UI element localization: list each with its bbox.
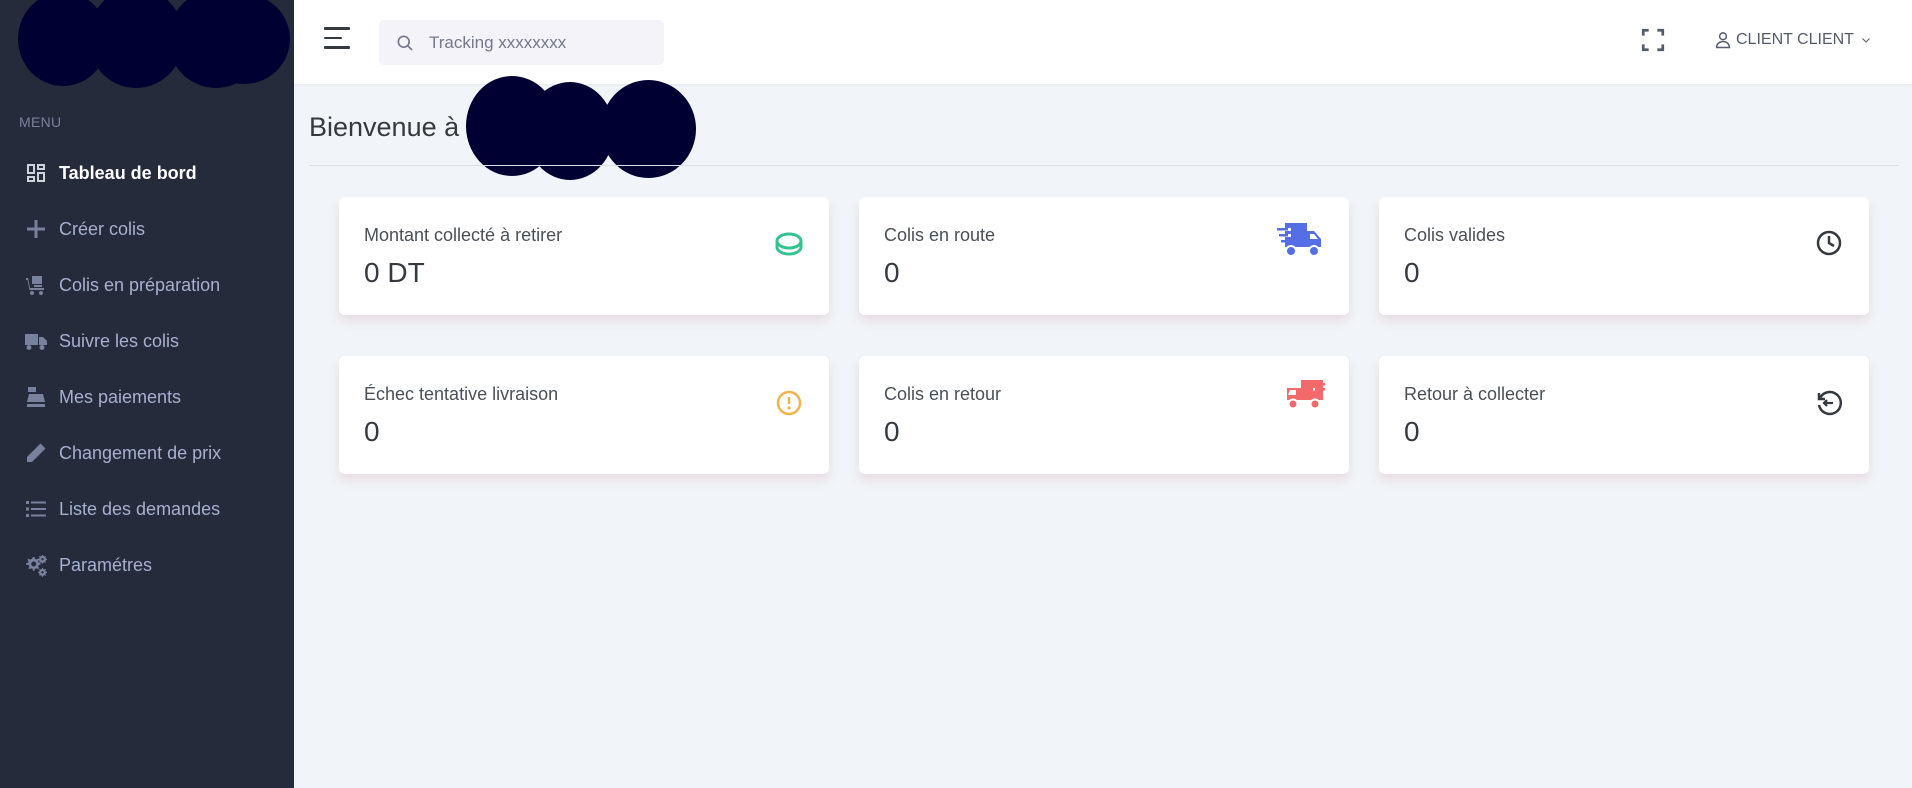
coins-icon: [775, 232, 803, 256]
sidebar: MENU Tableau de bord Créer colis Colis e…: [0, 0, 294, 788]
user-name: CLIENT CLIENT: [1736, 31, 1854, 48]
sidebar-item-tableau-de-bord[interactable]: Tableau de bord: [0, 145, 294, 201]
page-title: Bienvenue à: [309, 112, 460, 142]
stat-card-retour-a-collecter: Retour à collecter 0: [1379, 356, 1869, 474]
card-value: 0 DT: [364, 257, 425, 288]
sidebar-item-label: Paramétres: [59, 554, 153, 575]
stat-card-colis-valides: Colis valides 0: [1379, 197, 1869, 315]
stat-card-colis-en-retour: Colis en retour 0: [859, 356, 1349, 474]
card-label: Colis valides: [1404, 225, 1506, 245]
card-value: 0: [884, 416, 900, 447]
sidebar-item-suivre-les-colis[interactable]: Suivre les colis: [0, 313, 294, 369]
card-value: 0: [1404, 257, 1420, 288]
hamburger-icon: [324, 27, 350, 30]
dolly-icon: [23, 272, 49, 298]
fullscreen-icon: [1641, 28, 1665, 52]
chevron-down-icon: [1862, 38, 1870, 43]
exclamation-icon: [776, 390, 802, 416]
search-box: [379, 20, 664, 65]
sidebar-item-creer-colis[interactable]: Créer colis: [0, 201, 294, 257]
menu-title: MENU: [19, 114, 62, 130]
gears-icon: [23, 552, 49, 578]
card-value: 0: [884, 257, 900, 288]
list-icon: [23, 496, 49, 522]
sidebar-item-label: Suivre les colis: [59, 330, 180, 351]
sidebar-item-label: Tableau de bord: [59, 162, 197, 183]
dashboard-icon: [23, 160, 49, 186]
card-label: Montant collecté à retirer: [364, 225, 563, 245]
pencil-icon: [23, 440, 49, 466]
shipping-fast-return-icon: [1287, 380, 1325, 410]
card-label: Échec tentative livraison: [364, 384, 559, 404]
sidebar-item-colis-en-preparation[interactable]: Colis en préparation: [0, 257, 294, 313]
stat-card-colis-en-route: Colis en route 0: [859, 197, 1349, 315]
cash-register-icon: [23, 384, 49, 410]
sidebar-item-label: Mes paiements: [59, 386, 182, 407]
clock-icon: [1816, 230, 1842, 256]
topbar: CLIENT CLIENT: [294, 0, 1912, 84]
user-menu-button[interactable]: CLIENT CLIENT: [1714, 28, 1872, 52]
card-value: 0: [1404, 416, 1420, 447]
shipping-fast-icon: [1277, 223, 1321, 257]
search-icon: [397, 35, 413, 51]
sidebar-item-parametres[interactable]: Paramétres: [0, 537, 294, 593]
card-label: Colis en route: [884, 225, 996, 245]
stat-card-echec-tentative: Échec tentative livraison 0: [339, 356, 829, 474]
sidebar-item-label: Changement de prix: [59, 442, 222, 463]
sidebar-nav: Tableau de bord Créer colis Colis en pré…: [0, 145, 294, 593]
sidebar-item-label: Liste des demandes: [59, 498, 221, 519]
title-divider: [309, 165, 1899, 166]
user-icon: [1715, 32, 1731, 49]
sidebar-item-label: Créer colis: [59, 218, 146, 239]
card-value: 0: [364, 416, 380, 447]
sidebar-item-label: Colis en préparation: [59, 274, 221, 295]
card-label: Colis en retour: [884, 384, 1002, 404]
sidebar-item-liste-des-demandes[interactable]: Liste des demandes: [0, 481, 294, 537]
sidebar-item-mes-paiements[interactable]: Mes paiements: [0, 369, 294, 425]
fullscreen-button[interactable]: [1640, 27, 1666, 53]
sidebar-item-changement-de-prix[interactable]: Changement de prix: [0, 425, 294, 481]
stat-card-montant-collecte: Montant collecté à retirer 0 DT: [339, 197, 829, 315]
plus-icon: [23, 216, 49, 242]
return-icon: [1817, 390, 1843, 416]
truck-icon: [23, 328, 49, 354]
search-input[interactable]: [429, 32, 649, 53]
card-label: Retour à collecter: [1404, 384, 1546, 404]
logo-redacted: [18, 0, 293, 88]
menu-toggle-button[interactable]: [324, 27, 350, 51]
